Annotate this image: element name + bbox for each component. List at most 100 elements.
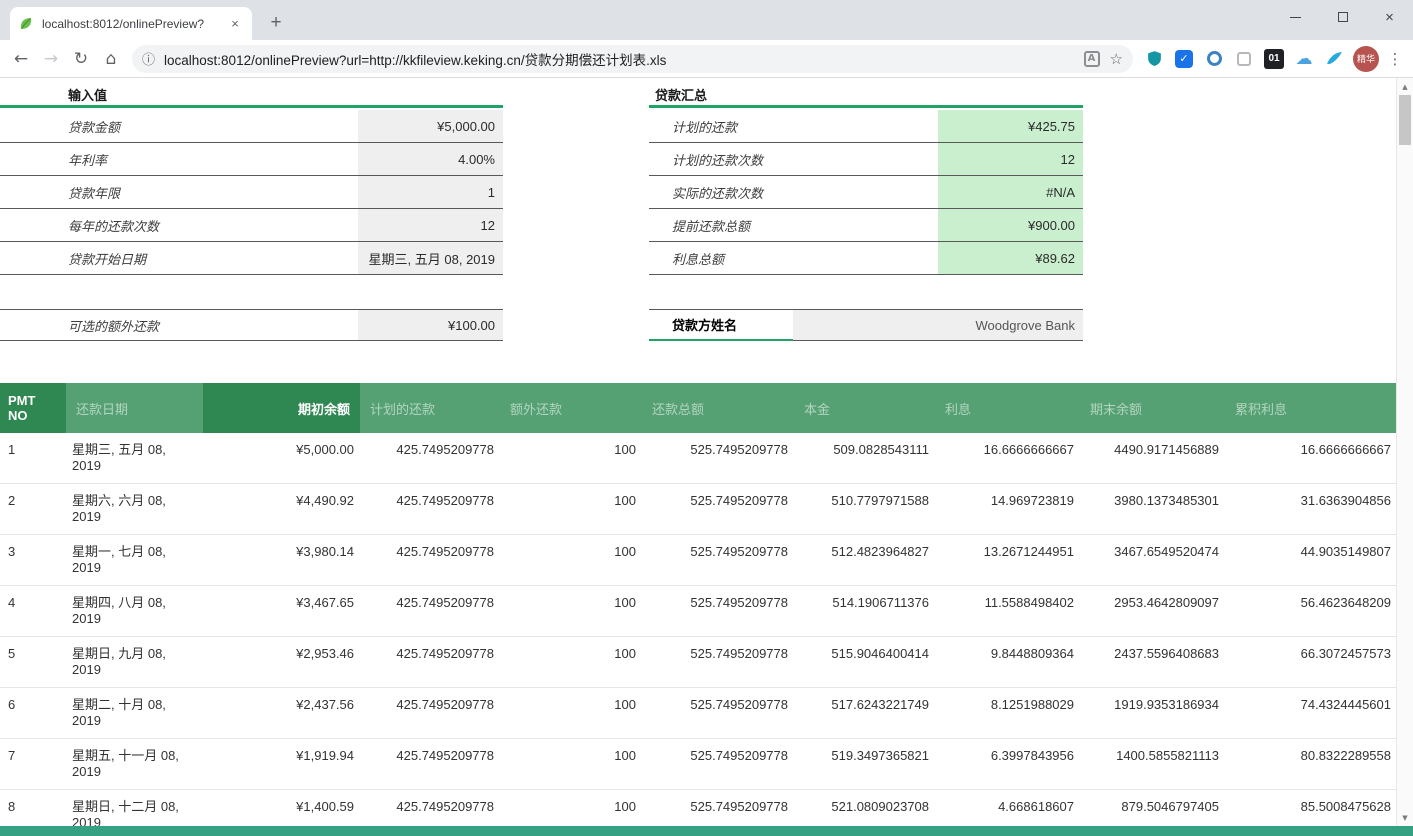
table-cell: 4.668618607 [935, 790, 1080, 826]
table-cell: 425.7495209778 [360, 586, 500, 637]
summary-value: ¥425.75 [938, 110, 1083, 142]
input-value: 1 [358, 176, 503, 208]
table-cell: 425.7495209778 [360, 433, 500, 484]
summary-row: 提前还款总额 ¥900.00 [649, 209, 1083, 242]
maximize-icon [1338, 12, 1348, 22]
table-cell: 11.5588498402 [935, 586, 1080, 637]
table-cell: ¥3,980.14 [203, 535, 360, 586]
browser-menu-icon[interactable]: ⋮ [1383, 50, 1407, 68]
window-controls: × [1272, 0, 1413, 34]
input-row: 年利率 4.00% [0, 143, 503, 176]
new-tab-button[interactable]: + [262, 9, 290, 37]
shield-extension-icon[interactable] [1141, 46, 1167, 72]
summary-panel-accent-rule [649, 105, 1083, 108]
table-cell: ¥1,400.59 [203, 790, 360, 826]
spreadsheet-preview: 输入值 贷款汇总 贷款金额 ¥5,000.00 年利率 4.00% 贷款年限 1… [0, 78, 1413, 826]
scroll-down-arrow-icon[interactable]: ▼ [1397, 809, 1413, 826]
reload-button[interactable]: ↻ [66, 44, 96, 74]
column-header: PMT NO [0, 383, 66, 433]
bookmark-star-icon[interactable]: ☆ [1110, 50, 1123, 68]
table-cell: 星期三, 五月 08, 2019 [66, 433, 203, 484]
table-cell: 425.7495209778 [360, 688, 500, 739]
table-cell: ¥2,437.56 [203, 688, 360, 739]
page-info-icon[interactable]: ⓘ [142, 49, 155, 68]
tab-close-icon[interactable]: × [226, 15, 244, 33]
back-button[interactable]: ← [6, 44, 36, 74]
table-cell: 517.6243221749 [794, 688, 935, 739]
table-cell: 16.6666666667 [1225, 433, 1396, 484]
table-cell: ¥1,919.94 [203, 739, 360, 790]
table-cell: 85.5008475628 [1225, 790, 1396, 826]
amortization-schedule-table: PMT NO还款日期期初余额计划的还款额外还款还款总额本金利息期末余额累积利息1… [0, 383, 1396, 826]
address-bar[interactable]: ⓘ localhost:8012/onlinePreview?url=http:… [132, 45, 1133, 73]
translate-check-extension-icon[interactable]: ✓ [1171, 46, 1197, 72]
close-button[interactable]: × [1366, 0, 1413, 34]
table-cell: 100 [500, 535, 642, 586]
translate-icon[interactable]: A [1084, 51, 1100, 67]
table-cell: 100 [500, 484, 642, 535]
minimize-button[interactable] [1272, 0, 1319, 34]
table-cell: 2953.4642809097 [1080, 586, 1225, 637]
table-cell: 100 [500, 637, 642, 688]
table-cell: 425.7495209778 [360, 484, 500, 535]
table-cell: 74.4324445601 [1225, 688, 1396, 739]
table-cell: 3467.6549520474 [1080, 535, 1225, 586]
page-footer-bar [0, 826, 1413, 836]
table-cell: 100 [500, 739, 642, 790]
table-cell: 9.8448809364 [935, 637, 1080, 688]
scrollbar-thumb[interactable] [1399, 95, 1411, 145]
home-button[interactable]: ⌂ [96, 44, 126, 74]
column-header: 计划的还款 [360, 383, 500, 433]
table-cell: 525.7495209778 [642, 484, 794, 535]
summary-label: 利息总额 [649, 242, 938, 274]
input-value: 12 [358, 209, 503, 241]
badge-01-extension-icon[interactable]: 01 [1261, 46, 1287, 72]
ring-extension-icon[interactable] [1201, 46, 1227, 72]
column-header: 还款总额 [642, 383, 794, 433]
summary-row: 计划的还款 ¥425.75 [649, 110, 1083, 143]
summary-label: 提前还款总额 [649, 209, 938, 241]
table-cell: 525.7495209778 [642, 790, 794, 826]
summary-panel-title: 贷款汇总 [655, 85, 707, 104]
table-cell: 16.6666666667 [935, 433, 1080, 484]
maximize-button[interactable] [1319, 0, 1366, 34]
table-cell: ¥2,953.46 [203, 637, 360, 688]
input-panel-title: 输入值 [68, 85, 107, 104]
lender-label: 贷款方姓名 [649, 310, 793, 341]
summary-row: 计划的还款次数 12 [649, 143, 1083, 176]
spacer-row [649, 275, 1083, 309]
summary-value: ¥89.62 [938, 242, 1083, 274]
lender-value: Woodgrove Bank [793, 310, 1083, 341]
input-label: 贷款年限 [0, 176, 358, 208]
gray-tool-extension-icon[interactable] [1231, 46, 1257, 72]
row-number-cell: 6 [0, 688, 66, 739]
input-values-panel: 贷款金额 ¥5,000.00 年利率 4.00% 贷款年限 1 每年的还款次数 … [0, 110, 503, 341]
input-row: 每年的还款次数 12 [0, 209, 503, 242]
table-cell: 525.7495209778 [642, 433, 794, 484]
table-cell: 514.1906711376 [794, 586, 935, 637]
url-text[interactable]: localhost:8012/onlinePreview?url=http://… [164, 49, 1074, 69]
column-header: 还款日期 [66, 383, 203, 433]
table-cell: 100 [500, 433, 642, 484]
table-cell: 44.9035149807 [1225, 535, 1396, 586]
forward-button[interactable]: → [36, 44, 66, 74]
table-cell: 星期四, 八月 08, 2019 [66, 586, 203, 637]
row-number-cell: 5 [0, 637, 66, 688]
table-cell: 509.0828543111 [794, 433, 935, 484]
table-cell: 521.0809023708 [794, 790, 935, 826]
table-cell: 星期六, 六月 08, 2019 [66, 484, 203, 535]
browser-tab[interactable]: localhost:8012/onlinePreview? × [10, 7, 252, 40]
vertical-scrollbar[interactable]: ▲ ▼ [1396, 78, 1413, 826]
summary-value: 12 [938, 143, 1083, 175]
cloud-extension-icon[interactable]: ☁ [1291, 46, 1317, 72]
table-cell: 525.7495209778 [642, 688, 794, 739]
row-number-cell: 2 [0, 484, 66, 535]
column-header: 累积利息 [1225, 383, 1396, 433]
table-cell: 66.3072457573 [1225, 637, 1396, 688]
summary-row: 利息总额 ¥89.62 [649, 242, 1083, 275]
table-cell: 525.7495209778 [642, 586, 794, 637]
scroll-up-arrow-icon[interactable]: ▲ [1397, 78, 1413, 95]
profile-avatar[interactable]: 精华 [1353, 46, 1379, 72]
bird-extension-icon[interactable] [1321, 46, 1347, 72]
column-header: 期初余额 [203, 383, 360, 433]
